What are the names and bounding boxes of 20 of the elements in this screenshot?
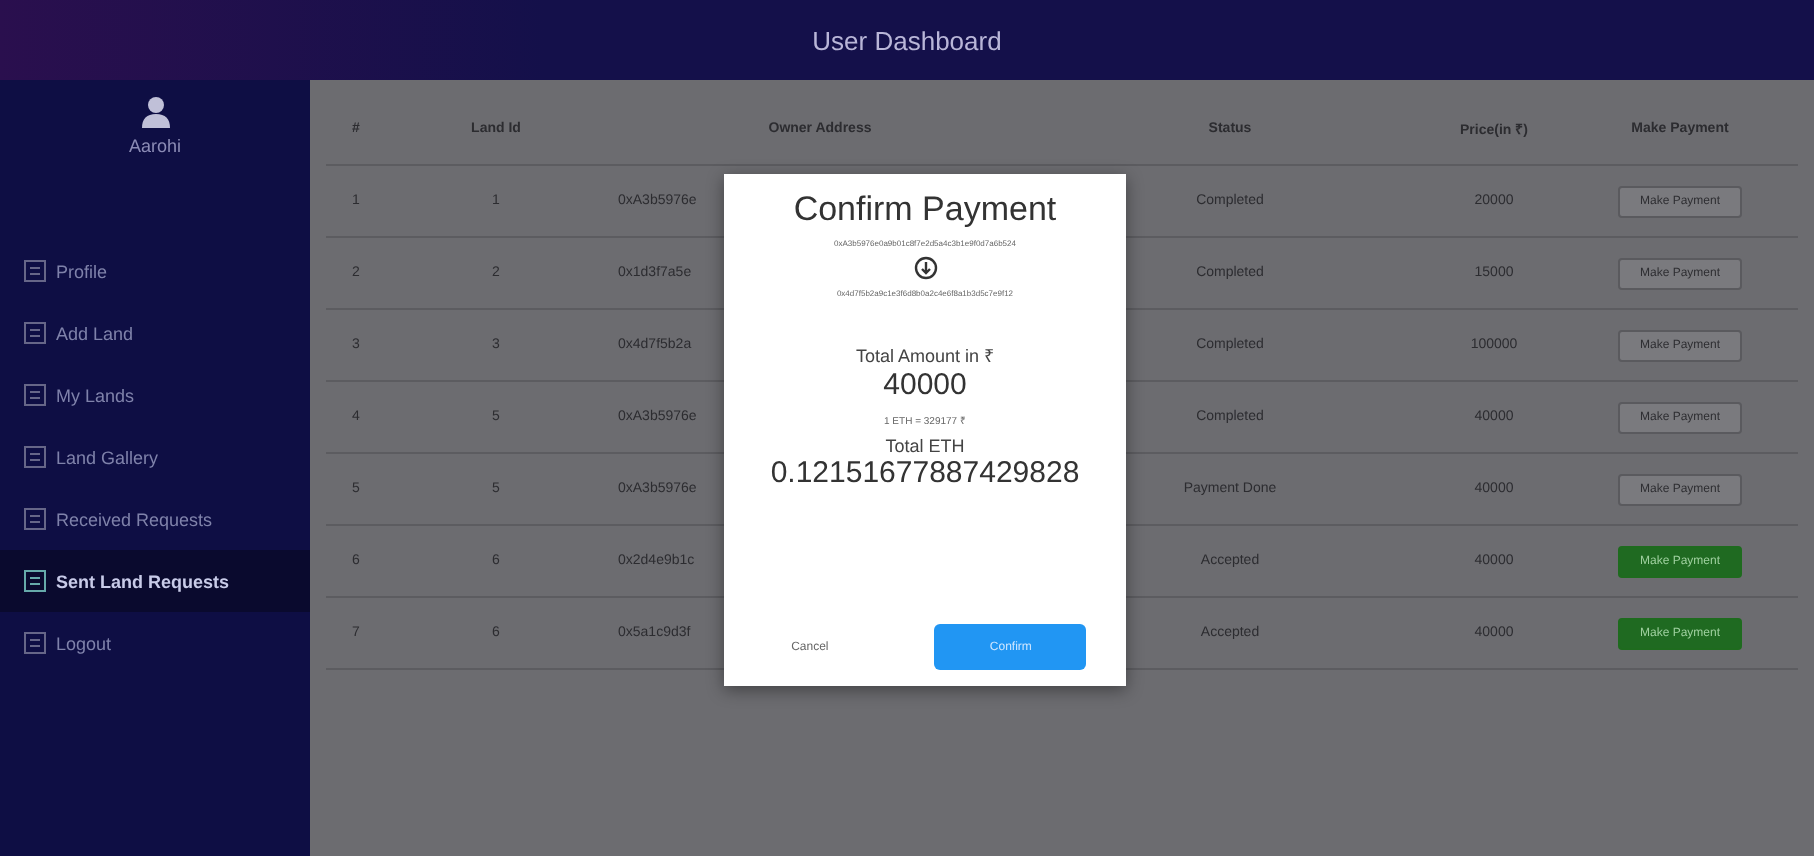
menu-item-icon bbox=[24, 446, 46, 468]
sidebar-item[interactable]: Land Gallery bbox=[0, 426, 310, 488]
user-name: Aarohi bbox=[128, 136, 181, 156]
user-icon bbox=[141, 96, 169, 128]
sidebar-item[interactable]: My Lands bbox=[0, 364, 310, 426]
sidebar-item[interactable]: Profile bbox=[0, 240, 310, 302]
header-title: User Dashboard bbox=[812, 25, 1002, 55]
arrow-down-icon bbox=[913, 256, 937, 280]
menu-item-icon bbox=[24, 508, 46, 530]
menu-item-icon bbox=[24, 384, 46, 406]
sidebar-item[interactable]: Received Requests bbox=[0, 488, 310, 550]
menu-item-icon bbox=[24, 632, 46, 654]
sidebar-item[interactable]: Logout bbox=[0, 612, 310, 674]
menu-item-icon bbox=[24, 570, 46, 592]
amount-label: Total Amount in ₹ bbox=[855, 344, 995, 368]
menu-item-icon bbox=[24, 260, 46, 282]
sidebar-item[interactable]: Sent Land Requests bbox=[0, 550, 310, 612]
sidebar-item[interactable]: Add Land bbox=[0, 302, 310, 364]
menu-item-icon bbox=[24, 322, 46, 344]
eth-label: Total ETH bbox=[885, 436, 965, 456]
